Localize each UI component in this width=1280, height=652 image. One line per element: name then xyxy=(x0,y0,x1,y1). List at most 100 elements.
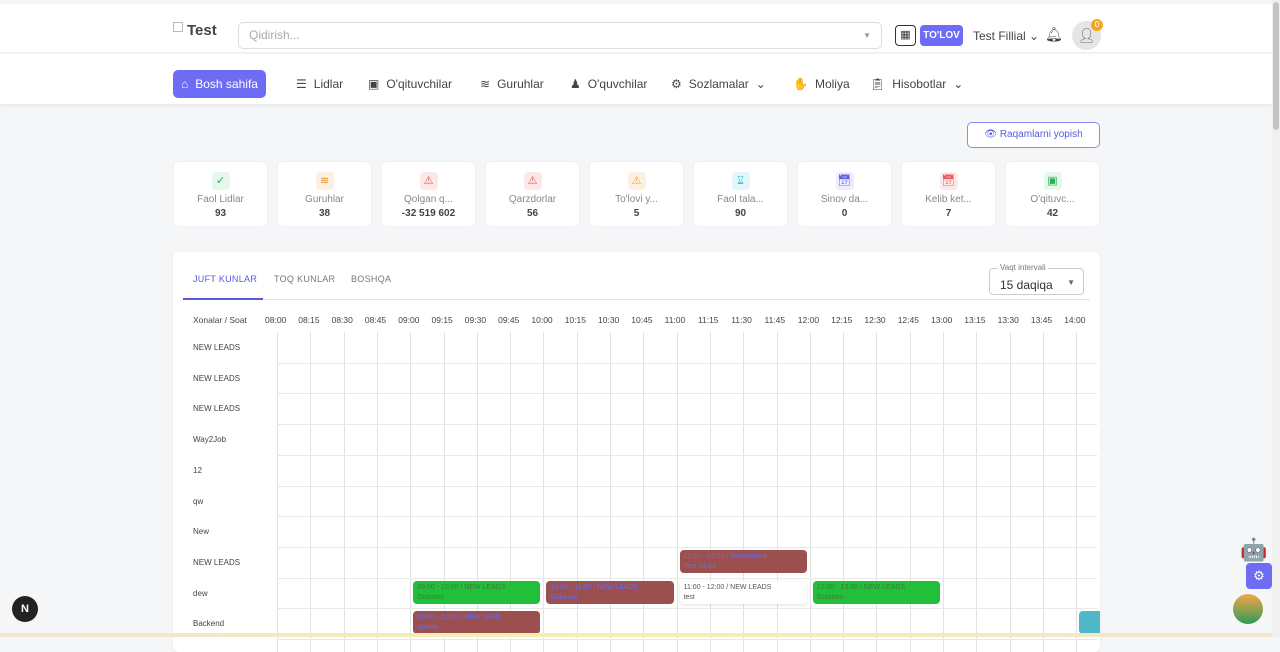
schedule-event[interactable]: 11:00 - 12:00 / Matematika Test 24.03 xyxy=(679,549,807,573)
grid-vline xyxy=(310,332,312,652)
grid-hline xyxy=(277,485,1097,487)
bell-icon[interactable]: 🔔︎ xyxy=(1045,26,1063,43)
hide-numbers-label: Raqamlarni yopish xyxy=(999,129,1083,140)
top-bar: Test Qidirish... ▼ ▦ TO'LOV Test Fillial … xyxy=(0,4,1272,53)
stat-value: 7 xyxy=(945,208,952,219)
time-header: 09:15 xyxy=(431,315,453,325)
stat-card[interactable]: ⚠ To'lovi y... 5 xyxy=(589,161,684,227)
nav-label: Guruhlar xyxy=(497,77,544,91)
event-title: 09:00 - 10:00 / NEW LEADS xyxy=(417,583,506,591)
search-placeholder: Qidirish... xyxy=(249,28,300,42)
caret-down-icon: ▼ xyxy=(1067,278,1075,287)
schedule-event[interactable]: 12:00 - 13:00 / NEW LEADS Gulorom xyxy=(812,580,940,604)
stat-label: Sinov da... xyxy=(820,194,869,205)
stat-card[interactable]: ⌛︎ Faol tala... 90 xyxy=(693,161,788,227)
branch-selector[interactable]: Test Fillial ⌄ xyxy=(973,29,1039,43)
time-header: 10:30 xyxy=(598,315,620,325)
calendar-icon: 📅︎ xyxy=(939,172,958,190)
nav-item-oqituvchilar[interactable]: ▣ O'qituvchilar xyxy=(360,70,460,98)
interval-select[interactable]: Vaqt intervali 15 daqiqa ▼ xyxy=(989,263,1084,295)
time-header: 13:45 xyxy=(1030,315,1053,325)
student-icon: ♟ xyxy=(570,77,581,91)
tab-boshqa[interactable]: BOSHQA xyxy=(351,274,391,284)
event-title: 09:00 - 10:00 / NEW LEAD xyxy=(417,614,501,622)
pay-button[interactable]: TO'LOV xyxy=(920,25,963,46)
time-header: 08:30 xyxy=(331,315,353,325)
event-subtitle: test xyxy=(683,593,695,601)
grid-vline xyxy=(576,332,578,652)
next-devtools-button[interactable]: N xyxy=(12,596,38,622)
event-subtitle: Gulorom xyxy=(816,593,844,601)
time-header: 09:30 xyxy=(464,315,487,325)
room-label: NEW LEADS xyxy=(193,557,241,567)
room-label: Backend xyxy=(193,619,225,629)
robot-assistant-icon[interactable]: 🤖 xyxy=(1240,537,1267,563)
logo[interactable]: Test xyxy=(173,22,217,39)
stat-label: Faol Lidlar xyxy=(197,194,244,205)
stat-label: To'lovi y... xyxy=(615,194,658,205)
event-title: 11:00 - 12:00 / Matematika xyxy=(683,552,767,560)
stat-value: 0 xyxy=(841,208,848,219)
grid-vline xyxy=(277,332,278,652)
grid-vline xyxy=(943,332,944,652)
grid-vline xyxy=(809,332,811,652)
nav-item-hisobotlar[interactable]: 📋︎ Hisobotlar ⌄ xyxy=(862,70,971,98)
nav-label: O'quvchilar xyxy=(587,77,648,91)
search-input[interactable]: Qidirish... ▼ xyxy=(238,22,882,49)
nav-label: Hisobotlar xyxy=(892,77,947,91)
room-label: NEW LEADS xyxy=(193,343,241,352)
room-label: NEW LEADS xyxy=(193,373,241,383)
settings-float-button[interactable]: ⚙ xyxy=(1246,563,1272,589)
hide-numbers-button[interactable]: 👁︎ Raqamlarni yopish xyxy=(967,122,1100,148)
tab-juft-kunlar[interactable]: JUFT KUNLAR xyxy=(193,274,257,284)
schedule-event[interactable] xyxy=(1079,611,1100,635)
warning-icon: ⚠ xyxy=(523,172,542,190)
time-header: 08:45 xyxy=(364,315,387,325)
stat-card[interactable]: ≋ Guruhlar 38 xyxy=(277,161,372,227)
nav-item-boshsahifa[interactable]: ⌂ Bosh sahifa xyxy=(173,70,266,98)
stat-card[interactable]: ✓ Faol Lidlar 93 xyxy=(173,161,268,227)
room-label: dew xyxy=(193,588,208,598)
beach-avatar-icon[interactable] xyxy=(1233,594,1263,624)
event-subtitle: Gulorom xyxy=(550,593,578,601)
grid-hline xyxy=(277,454,1097,456)
teacher-icon: ▣ xyxy=(368,77,380,91)
schedule-event[interactable]: 11:00 - 12:00 / NEW LEADS test xyxy=(679,580,807,604)
stat-label: Guruhlar xyxy=(305,194,344,205)
event-title: 11:00 - 12:00 / NEW LEADS xyxy=(683,583,772,591)
nav-item-oquvchilar[interactable]: ♟ O'quvchilar xyxy=(562,70,655,98)
page-scrollbar[interactable] xyxy=(1272,0,1280,637)
qr-code-button[interactable]: ▦ xyxy=(895,25,916,46)
stat-label: O'qituvc... xyxy=(1030,194,1075,205)
time-header: 10:45 xyxy=(631,315,653,325)
time-header: 11:00 xyxy=(664,315,686,325)
grid-vline xyxy=(343,332,345,652)
stat-card[interactable]: ⚠ Qarzdorlar 56 xyxy=(485,161,580,227)
stat-card[interactable]: 📅︎ Sinov da... 0 xyxy=(797,161,892,227)
layers-icon: ≋ xyxy=(315,172,334,190)
stat-card[interactable]: ▣ O'qituvc... 42 xyxy=(1005,161,1100,227)
tab-toq-kunlar[interactable]: TOQ KUNLAR xyxy=(274,274,335,284)
time-header: 09:45 xyxy=(498,315,520,325)
stat-value: 93 xyxy=(214,208,227,219)
nav-item-lidlar[interactable]: ☰ Lidlar xyxy=(288,70,351,98)
nav-item-moliya[interactable]: ✋ Moliya xyxy=(785,70,858,98)
grid-vline xyxy=(476,332,478,652)
stat-value: 90 xyxy=(734,208,747,219)
bottom-strip xyxy=(0,633,1272,637)
stat-value: 56 xyxy=(526,208,539,219)
stat-card[interactable]: ⚠ Qolgan q... -32 519 602 xyxy=(381,161,476,227)
stat-card[interactable]: 📅︎ Kelib ket... 7 xyxy=(901,161,996,227)
notification-badge: 0 xyxy=(1091,19,1103,31)
schedule-event[interactable]: 09:00 - 10:00 / NEW LEAD otabek xyxy=(413,611,541,635)
teacher-icon: ▣ xyxy=(1043,172,1062,190)
grid-vline xyxy=(909,332,911,652)
nav-item-guruhlar[interactable]: ≋ Guruhlar xyxy=(472,70,552,98)
stat-label: Qarzdorlar xyxy=(508,194,557,205)
nav-item-sozlamalar[interactable]: ⚙ Sozlamalar ⌄ xyxy=(663,70,774,98)
time-header: 10:00 xyxy=(531,315,553,325)
grid-vline xyxy=(876,332,878,652)
time-header: 12:45 xyxy=(897,315,919,325)
schedule-event[interactable]: 09:00 - 10:00 / NEW LEADS Gulorom xyxy=(413,580,541,604)
schedule-event[interactable]: 10:00 - 11:00 / NEW LEADS Gulorom xyxy=(546,580,674,604)
